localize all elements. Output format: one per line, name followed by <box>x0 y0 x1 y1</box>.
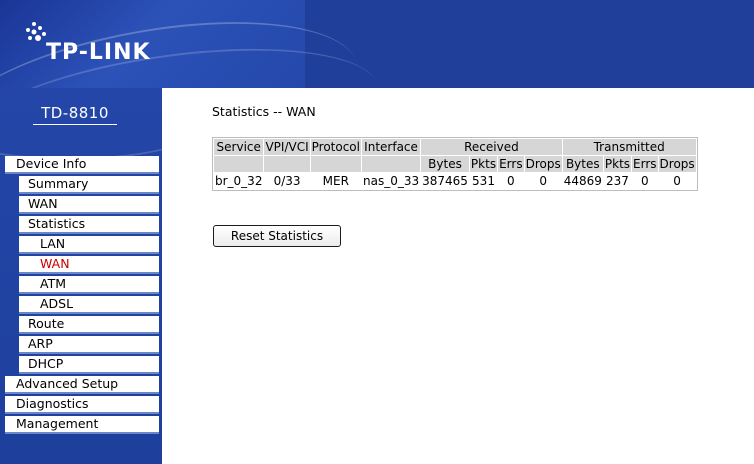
cell-rx-bytes: 387465 <box>421 173 469 189</box>
col-rx-errs: Errs <box>498 156 524 172</box>
menu-statistics-adsl[interactable]: ADSL <box>19 296 159 314</box>
table-header-row: Service VPI/VCI Protocol Interface Recei… <box>214 139 696 155</box>
brand-logo: TP-LINK <box>46 40 151 65</box>
model-underline <box>33 124 117 125</box>
reset-statistics-button[interactable]: Reset Statistics <box>213 225 341 247</box>
col-rx-pkts: Pkts <box>469 156 498 172</box>
menu-route[interactable]: Route <box>19 316 159 334</box>
wan-statistics-table: Service VPI/VCI Protocol Interface Recei… <box>212 137 698 191</box>
menu-statistics-wan[interactable]: WAN <box>19 256 159 274</box>
cell-rx-drops: 0 <box>524 173 562 189</box>
menu-statistics-lan[interactable]: LAN <box>19 236 159 254</box>
col-tx-pkts: Pkts <box>603 156 632 172</box>
col-protocol: Protocol <box>310 139 361 155</box>
col-tx-errs: Errs <box>632 156 658 172</box>
menu-statistics-atm[interactable]: ATM <box>19 276 159 294</box>
menu-device-info[interactable]: Device Info <box>5 156 159 174</box>
menu-statistics[interactable]: Statistics <box>19 216 159 234</box>
menu-management[interactable]: Management <box>5 416 159 434</box>
col-rx-bytes: Bytes <box>421 156 469 172</box>
menu-summary[interactable]: Summary <box>19 176 159 194</box>
blank-cell <box>214 156 264 172</box>
col-interface: Interface <box>361 139 421 155</box>
menu-diagnostics[interactable]: Diagnostics <box>5 396 159 414</box>
menu-arp[interactable]: ARP <box>19 336 159 354</box>
cell-service: br_0_32 <box>214 173 264 189</box>
menu-wan[interactable]: WAN <box>19 196 159 214</box>
table-subheader-row: Bytes Pkts Errs Drops Bytes Pkts Errs Dr… <box>214 156 696 172</box>
menu-advanced-setup[interactable]: Advanced Setup <box>5 376 159 394</box>
col-transmitted: Transmitted <box>562 139 696 155</box>
blank-cell <box>361 156 421 172</box>
col-service: Service <box>214 139 264 155</box>
col-rx-drops: Drops <box>524 156 562 172</box>
table-row: br_0_32 0/33 MER nas_0_33 387465 531 0 0… <box>214 173 696 189</box>
col-received: Received <box>421 139 562 155</box>
cell-protocol: MER <box>310 173 361 189</box>
col-vpi-vci: VPI/VCI <box>264 139 310 155</box>
col-tx-drops: Drops <box>658 156 696 172</box>
page-title: Statistics -- WAN <box>212 104 316 119</box>
cell-rx-errs: 0 <box>498 173 524 189</box>
cell-tx-drops: 0 <box>658 173 696 189</box>
cell-tx-bytes: 44869 <box>562 173 603 189</box>
model-name: TD-8810 <box>41 104 109 122</box>
cell-rx-pkts: 531 <box>469 173 498 189</box>
blank-cell <box>310 156 361 172</box>
cell-tx-pkts: 237 <box>603 173 632 189</box>
cell-tx-errs: 0 <box>632 173 658 189</box>
cell-vpi-vci: 0/33 <box>264 173 310 189</box>
cell-interface: nas_0_33 <box>361 173 421 189</box>
menu-dhcp[interactable]: DHCP <box>19 356 159 374</box>
col-tx-bytes: Bytes <box>562 156 603 172</box>
blank-cell <box>264 156 310 172</box>
